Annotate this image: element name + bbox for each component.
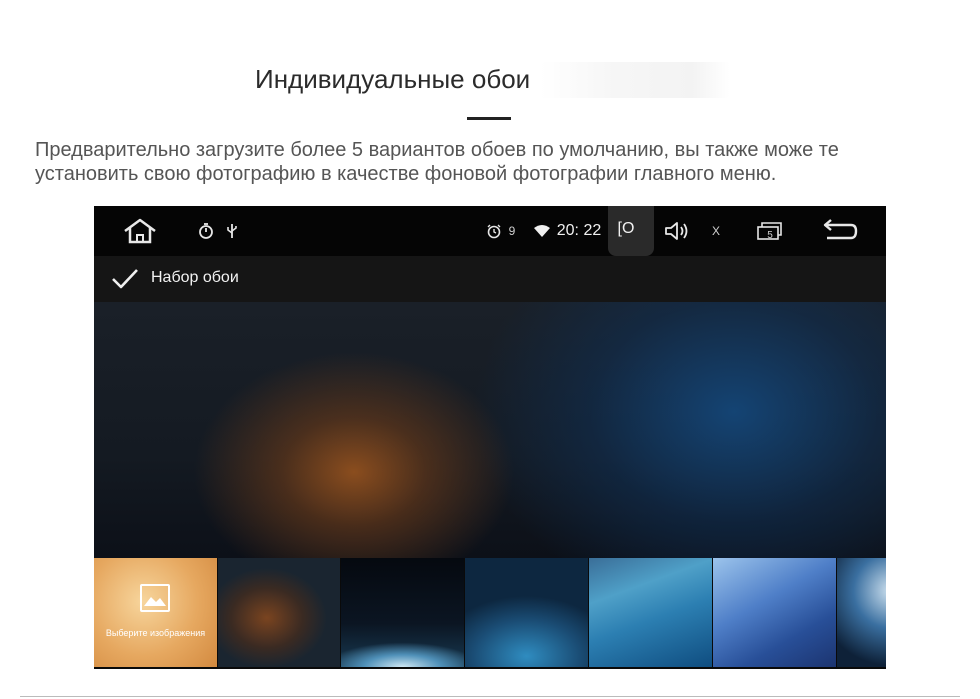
page: Индивидуальные обои Предварительно загру…	[0, 0, 980, 699]
alarm-count: 9	[508, 224, 516, 238]
page-title: Индивидуальные обои	[255, 64, 531, 94]
camera-button[interactable]: [O	[608, 206, 644, 256]
title-decoration	[540, 62, 730, 98]
back-button[interactable]	[820, 206, 860, 256]
select-image-label: Выберите изображения	[105, 628, 206, 638]
volume-icon	[665, 222, 688, 240]
toolbar-title: Набор обои	[151, 269, 239, 286]
wallpaper-thumbnail[interactable]	[465, 558, 588, 667]
home-button[interactable]	[120, 206, 160, 256]
close-button[interactable]: X	[706, 206, 726, 256]
wallpaper-thumbnail[interactable]	[341, 558, 464, 667]
image-icon	[140, 584, 170, 612]
wifi-icon	[532, 206, 552, 256]
confirm-button[interactable]	[108, 264, 142, 294]
wallpaper-thumbnail[interactable]	[713, 558, 836, 667]
select-image-thumbnail[interactable]: Выберите изображения	[94, 558, 217, 667]
description-text: Предварительно загрузите более 5 вариант…	[35, 139, 839, 185]
checkmark-icon	[112, 269, 138, 289]
usb-icon	[222, 206, 242, 256]
multiwindow-count: 5	[767, 229, 773, 241]
wallpaper-thumbnail[interactable]	[589, 558, 712, 667]
alarm-icon	[484, 206, 504, 256]
wallpaper-thumbnail-strip: Выберите изображения	[94, 558, 886, 669]
divider	[20, 696, 960, 697]
title-underline	[467, 117, 511, 120]
home-icon	[124, 218, 156, 244]
back-arrow-icon	[823, 219, 858, 240]
stopwatch-icon	[196, 206, 216, 256]
wallpaper-preview	[94, 302, 886, 558]
wallpaper-thumbnail[interactable]	[218, 558, 340, 667]
status-bar: 9 20: 22 [O X 5	[94, 206, 886, 256]
wallpaper-thumbnail[interactable]	[837, 558, 886, 667]
head-unit-screen: 9 20: 22 [O X 5 Набор обои Выберите изоб…	[94, 206, 886, 669]
clock: 20: 22	[556, 222, 602, 239]
volume-button[interactable]	[662, 206, 692, 256]
